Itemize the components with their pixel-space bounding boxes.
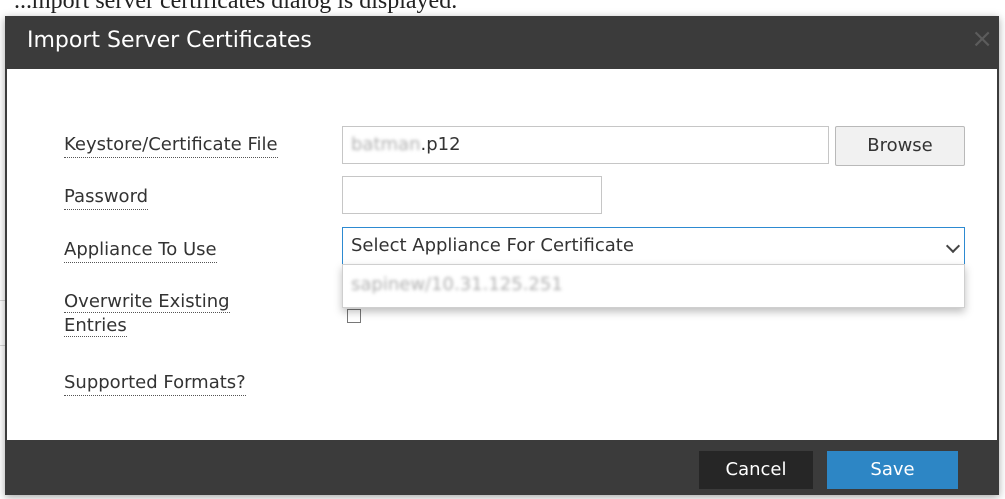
password-label: Password [64, 185, 149, 210]
document-caption-fragment: ...mport server certificates dialog is d… [14, 0, 458, 14]
save-button[interactable]: Save [827, 451, 958, 489]
cancel-button[interactable]: Cancel [699, 451, 813, 489]
browse-button[interactable]: Browse [835, 126, 965, 166]
appliance-select[interactable]: Select Appliance For Certificate [342, 227, 965, 265]
appliance-dropdown-list: sapinew/10.31.125.251 [342, 264, 965, 308]
keystore-file-extension: .p12 [420, 134, 461, 155]
chevron-down-icon[interactable] [945, 238, 961, 254]
dialog-body: Keystore/Certificate File batman.p12 Bro… [7, 69, 997, 440]
dialog-titlebar: Import Server Certificates × [5, 16, 999, 69]
overwrite-existing-checkbox[interactable] [347, 309, 361, 323]
appliance-label: Appliance To Use [64, 238, 217, 263]
keystore-file-input[interactable]: batman.p12 [342, 126, 829, 164]
keystore-file-name-redacted: batman [351, 134, 421, 155]
dialog-footer: Cancel Save [5, 440, 999, 495]
close-icon[interactable]: × [971, 24, 993, 54]
overwrite-existing-label-line2: Entries [64, 315, 127, 337]
dialog-title: Import Server Certificates [27, 28, 312, 53]
keystore-file-label: Keystore/Certificate File [64, 133, 278, 158]
supported-formats-link[interactable]: Supported Formats? [64, 371, 246, 396]
appliance-option[interactable]: sapinew/10.31.125.251 [351, 273, 563, 297]
password-field[interactable] [342, 176, 602, 214]
import-certificates-dialog: Import Server Certificates × Keystore/Ce… [5, 16, 999, 495]
overwrite-existing-label: Overwrite Existing Entries [64, 290, 294, 338]
overwrite-existing-label-line1: Overwrite Existing [64, 291, 230, 313]
appliance-select-value: Select Appliance For Certificate [351, 235, 634, 256]
